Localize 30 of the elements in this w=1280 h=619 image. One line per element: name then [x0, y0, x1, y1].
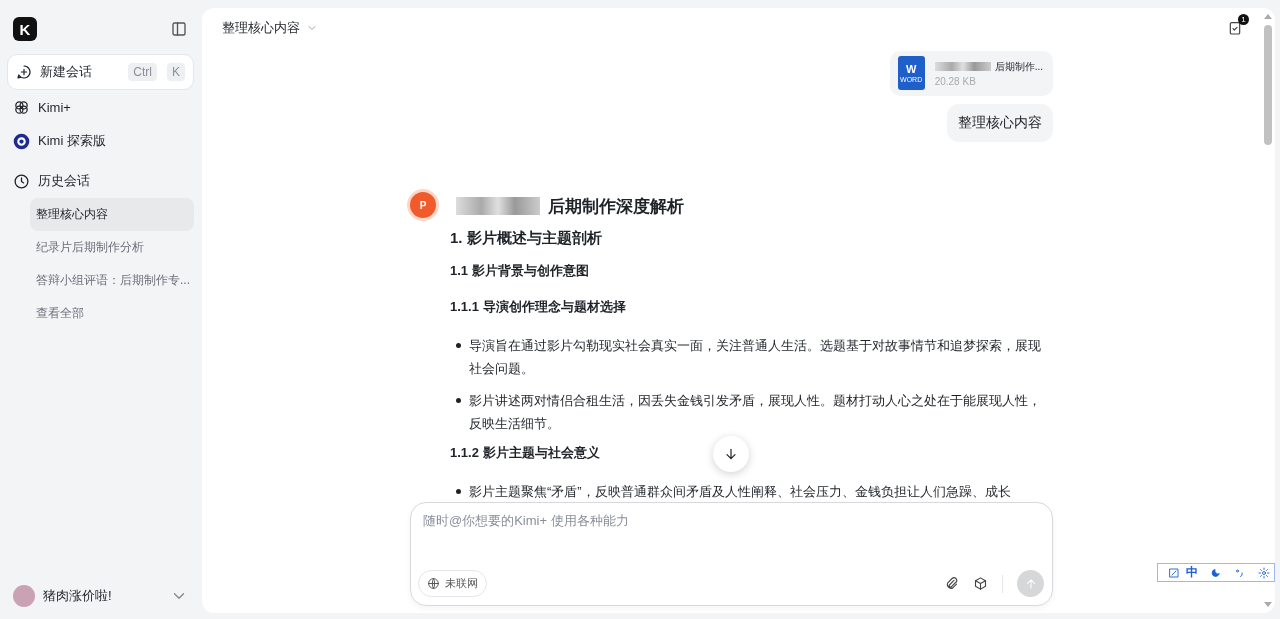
- section-heading: 1.1.1 导演创作理念与题材选择: [450, 298, 626, 316]
- bullet-text: 影片讲述两对情侣合租生活，因丢失金钱引发矛盾，展现人性。题材打动人心之处在于能展现人性，反映生活细节。: [469, 392, 1042, 433]
- history-item[interactable]: 答辩小组评语：后期制作专...: [30, 264, 194, 297]
- history-item[interactable]: 整理核心内容: [30, 198, 194, 231]
- view-all-link[interactable]: 查看全部: [30, 297, 194, 330]
- section-heading: 1. 影片概述与主题剖析: [450, 229, 602, 248]
- section-heading: 1.1.2 影片主题与社会意义: [450, 444, 600, 462]
- user-name[interactable]: 猪肉涨价啦!: [43, 587, 162, 605]
- bullet-text: 导演旨在通过影片勾勒现实社会真实一面，关注普通人生活。选题基于对故事情节和追梦探索，展现社会问题。: [469, 337, 1042, 378]
- nav-item[interactable]: Kimi 探索版: [7, 124, 194, 158]
- count-badge: 1: [1238, 14, 1249, 25]
- new-chat-button[interactable]: 新建会话 Ctrl K: [7, 54, 194, 90]
- response-title: 后期制作深度解析: [548, 195, 684, 218]
- file-size: 20.28 KB: [934, 75, 977, 87]
- bullet-text: 影片主题聚焦“矛盾”，反映普通群众间矛盾及人性阐释、社会压力、金钱负担让人们急躁、成长: [469, 483, 1011, 500]
- slides-avatar-icon: P: [410, 192, 436, 218]
- web-search-toggle[interactable]: 未联网: [418, 570, 487, 597]
- message-input[interactable]: 随时@你想要的Kimi+ 使用各种能力 未联网: [410, 502, 1053, 606]
- task-list-button[interactable]: 1: [1227, 14, 1249, 36]
- input-mode-button[interactable]: 中: [1186, 564, 1198, 581]
- nav-item[interactable]: Kimi+: [7, 90, 194, 124]
- history-item[interactable]: 纪录片后期制作分析: [30, 231, 194, 264]
- section-heading: 1.1 影片背景与创作意图: [450, 262, 589, 280]
- history-header[interactable]: 历史会话: [7, 164, 194, 198]
- chat-title-dropdown[interactable]: 整理核心内容: [222, 19, 318, 37]
- kimi-logo[interactable]: K: [13, 17, 37, 41]
- shortcut-key: K: [167, 63, 185, 81]
- shortcut-key: Ctrl: [128, 63, 157, 81]
- file-name: 后期制作...: [994, 59, 1043, 74]
- user-message: 整理核心内容: [947, 104, 1053, 142]
